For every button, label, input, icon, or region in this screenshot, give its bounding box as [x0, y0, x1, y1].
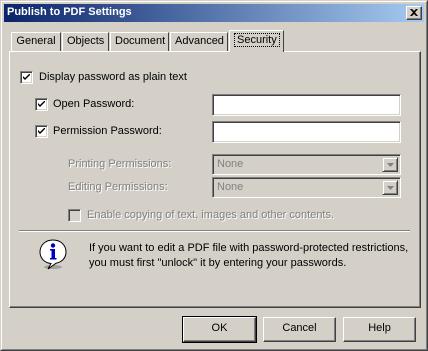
checkmark-icon [38, 101, 45, 107]
info-icon [39, 239, 67, 270]
editing-permissions-select[interactable]: None [212, 177, 401, 198]
open-password-input[interactable] [212, 94, 401, 116]
printing-permissions-label: Printing Permissions: [68, 158, 172, 170]
info-line-1: If you want to edit a PDF file with pass… [89, 242, 409, 254]
display-plain-checkbox[interactable] [20, 71, 33, 84]
enable-copying-label: Enable copying of text, images and other… [87, 209, 335, 221]
enable-copying-checkbox[interactable] [68, 209, 81, 222]
info-line-2: you must first "unlock" it by entering y… [89, 257, 347, 269]
permission-password-checkbox[interactable] [35, 125, 48, 138]
editing-permissions-label: Editing Permissions: [68, 181, 168, 193]
printing-permissions-value: None [217, 158, 244, 170]
permission-password-label[interactable]: Permission Password: [53, 125, 162, 137]
chevron-down-icon [387, 163, 394, 167]
editing-permissions-value: None [217, 181, 244, 193]
checkmark-icon [38, 128, 45, 134]
dialog-window: Publish to PDF Settings General Objects … [0, 0, 428, 351]
display-plain-label[interactable]: Display password as plain text [39, 71, 187, 83]
printing-dropdown-button[interactable] [382, 157, 398, 172]
chevron-down-icon [387, 186, 394, 190]
separator [19, 230, 410, 232]
checkmark-icon [23, 74, 30, 80]
permission-password-input[interactable] [212, 121, 401, 143]
open-password-label[interactable]: Open Password: [53, 98, 134, 110]
printing-permissions-select[interactable]: None [212, 154, 401, 175]
open-password-checkbox[interactable] [35, 98, 48, 111]
security-content: Display password as plain text Open Pass… [1, 1, 428, 351]
editing-dropdown-button[interactable] [382, 180, 398, 195]
info-message: If you want to edit a PDF file with pass… [89, 241, 408, 271]
